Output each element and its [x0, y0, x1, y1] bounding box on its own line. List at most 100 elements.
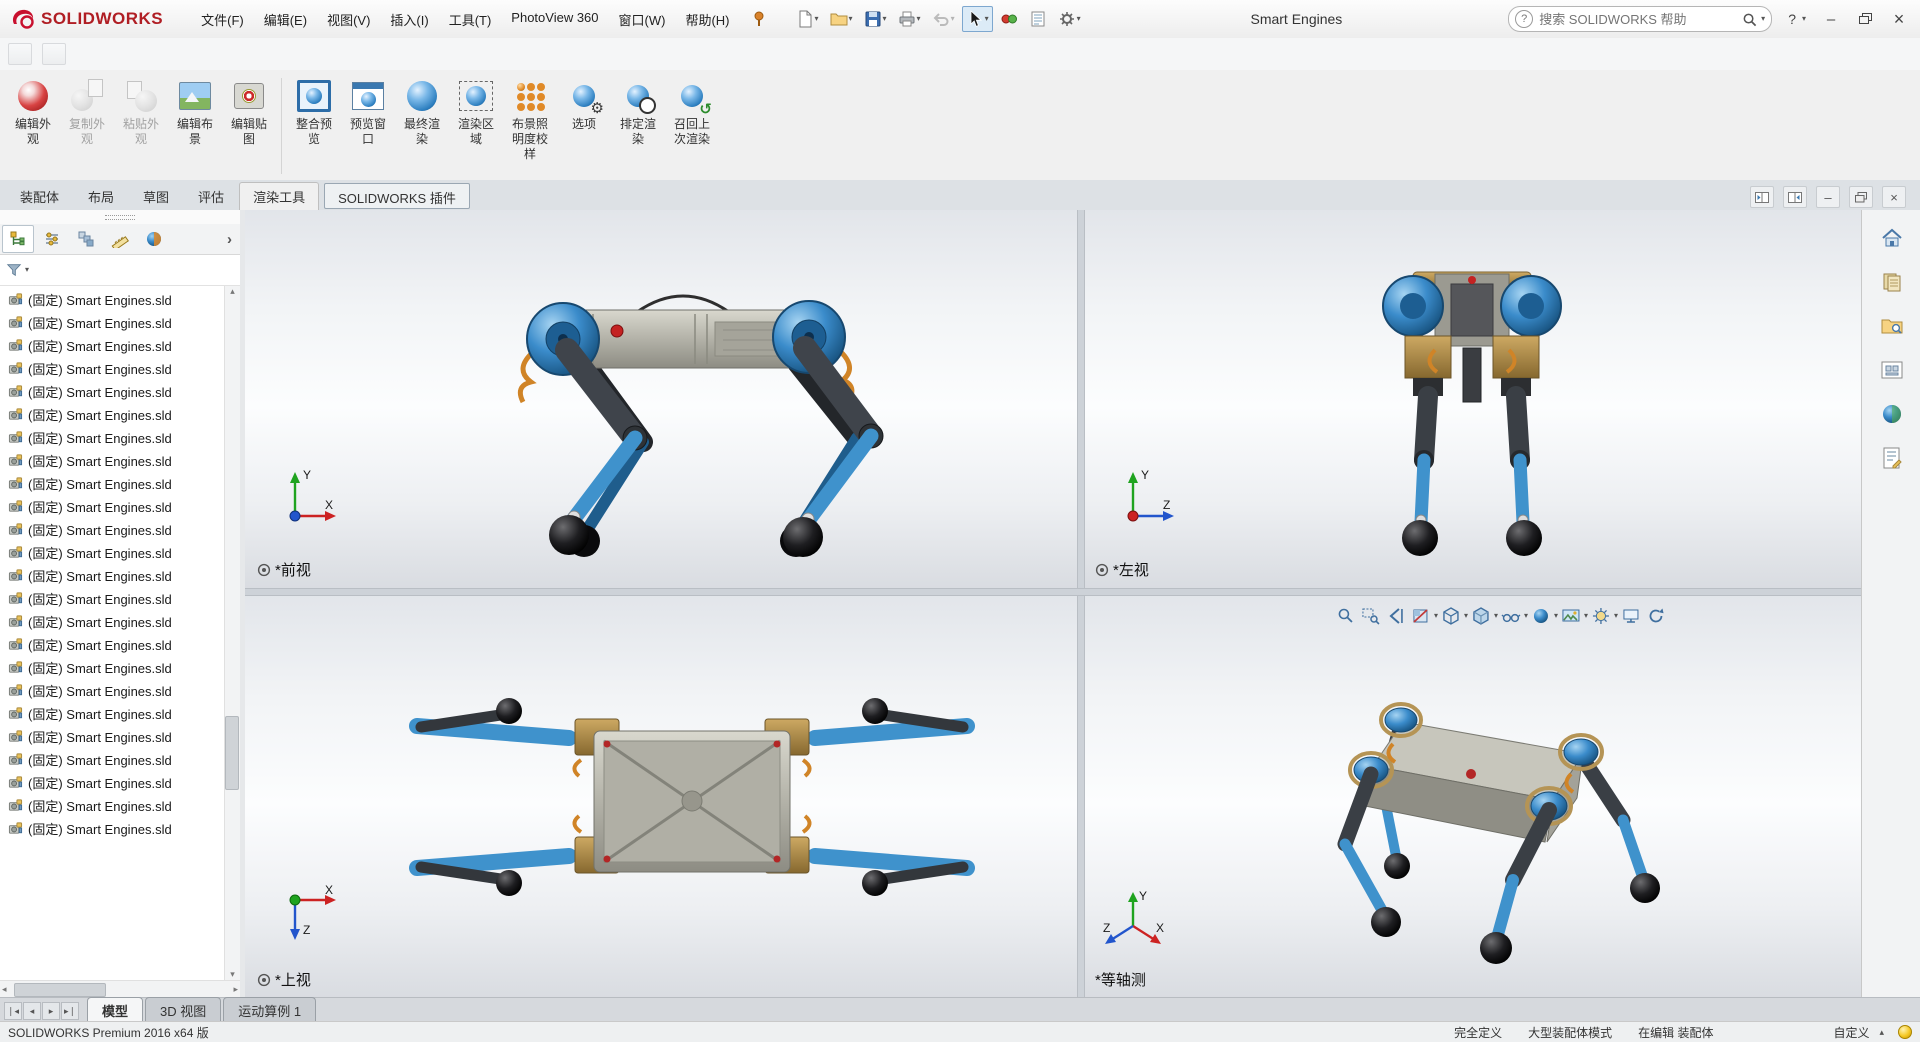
tree-item[interactable]: (固定) Smart Engines.sld [0, 587, 225, 610]
filter-funnel-icon[interactable] [6, 262, 22, 278]
custom-properties-button[interactable] [1872, 440, 1912, 476]
dimxpertmanager-tab-icon[interactable] [104, 225, 136, 253]
tab-sketch[interactable]: 草图 [129, 182, 183, 212]
first-tab-button[interactable]: ❘◂ [4, 1002, 22, 1020]
menu-edit[interactable]: 编辑(E) [254, 6, 317, 33]
final-render-button[interactable]: 最终渲染 [395, 74, 449, 147]
view-orientation-button[interactable] [1439, 604, 1463, 628]
orientation-dropdown-caret[interactable]: ▾ [1464, 612, 1468, 620]
tree-item[interactable]: (固定) Smart Engines.sld [0, 311, 225, 334]
viewport-restore-button[interactable] [1849, 186, 1873, 208]
tab-motion-study-1[interactable]: 运动算例 1 [223, 997, 316, 1022]
search-icon[interactable] [1742, 12, 1757, 27]
pane-split-right-icon[interactable] [1783, 186, 1807, 208]
tab-model[interactable]: 模型 [87, 997, 143, 1022]
tree-item[interactable]: (固定) Smart Engines.sld [0, 449, 225, 472]
toolbar-placeholder-icon-2[interactable] [42, 43, 66, 65]
pin-menu-icon[interactable] [752, 11, 766, 27]
panel-grip[interactable] [0, 210, 240, 224]
tree-item[interactable]: (固定) Smart Engines.sld [0, 518, 225, 541]
filter-dropdown-caret[interactable]: ▾ [25, 266, 29, 274]
section-view-button[interactable] [1409, 604, 1433, 628]
edit-decal-button[interactable]: 编辑贴图 [222, 74, 276, 147]
scroll-up-arrow[interactable]: ▴ [230, 286, 235, 297]
viewport-splitter-vertical[interactable] [1077, 210, 1085, 998]
close-button[interactable]: × [1884, 6, 1914, 32]
propertymanager-tab-icon[interactable] [36, 225, 68, 253]
panel-tabs-expand-chevron[interactable]: › [221, 231, 238, 248]
view-settings-button[interactable] [1589, 604, 1613, 628]
zoom-fit-button[interactable] [1334, 604, 1358, 628]
display-style-dropdown-caret[interactable]: ▾ [1494, 612, 1498, 620]
rotate-view-button[interactable] [1644, 604, 1668, 628]
file-explorer-button[interactable] [1872, 308, 1912, 344]
preview-window-hud-button[interactable] [1619, 604, 1643, 628]
minimize-button[interactable]: – [1816, 6, 1846, 32]
tree-item[interactable]: (固定) Smart Engines.sld [0, 380, 225, 403]
hide-show-dropdown-caret[interactable]: ▾ [1524, 612, 1528, 620]
view-settings-dropdown-caret[interactable]: ▾ [1614, 612, 1618, 620]
tab-assembly[interactable]: 装配体 [6, 182, 73, 212]
file-properties-button[interactable] [1025, 6, 1051, 32]
restore-button[interactable] [1850, 6, 1880, 32]
menu-file[interactable]: 文件(F) [191, 6, 254, 33]
tab-layout[interactable]: 布局 [74, 182, 128, 212]
tree-item[interactable]: (固定) Smart Engines.sld [0, 748, 225, 771]
menu-window[interactable]: 窗口(W) [609, 6, 676, 33]
copy-appearance-button[interactable]: 复制外观 [60, 74, 114, 147]
tab-evaluate[interactable]: 评估 [184, 182, 238, 212]
pane-split-left-icon[interactable] [1750, 186, 1774, 208]
options-button[interactable]: ▾ [1054, 6, 1085, 32]
tree-item[interactable]: (固定) Smart Engines.sld [0, 725, 225, 748]
viewport-isometric[interactable]: ▾ ▾ ▾ ▾ ▾ ▾ [1083, 594, 1861, 998]
viewport-close-button[interactable]: × [1882, 186, 1906, 208]
edit-appearance-button[interactable]: 编辑外观 [6, 74, 60, 147]
scene-illumination-proof-button[interactable]: 布景照明度校样 [503, 74, 557, 162]
viewport-minimize-button[interactable]: – [1816, 186, 1840, 208]
tree-item[interactable]: (固定) Smart Engines.sld [0, 610, 225, 633]
tree-item[interactable]: (固定) Smart Engines.sld [0, 794, 225, 817]
scroll-right-arrow[interactable]: ▸ [233, 984, 238, 995]
menu-view[interactable]: 视图(V) [317, 6, 380, 33]
tree-item[interactable]: (固定) Smart Engines.sld [0, 495, 225, 518]
statusbar-customize[interactable]: 自定义 [1833, 1024, 1869, 1041]
edit-appearance-hud-button[interactable] [1529, 604, 1553, 628]
tree-item[interactable]: (固定) Smart Engines.sld [0, 541, 225, 564]
tree-item[interactable]: (固定) Smart Engines.sld [0, 817, 225, 840]
integrated-preview-button[interactable]: 整合预览 [287, 74, 341, 147]
tab-3d-views[interactable]: 3D 视图 [145, 997, 221, 1022]
tree-item[interactable]: (固定) Smart Engines.sld [0, 771, 225, 794]
tree-item[interactable]: (固定) Smart Engines.sld [0, 403, 225, 426]
edit-scene-button[interactable]: 编辑布景 [168, 74, 222, 147]
scrollbar-thumb[interactable] [225, 716, 239, 790]
scroll-down-arrow[interactable]: ▾ [230, 969, 235, 980]
view-palette-button[interactable] [1872, 352, 1912, 388]
menu-photoview360[interactable]: PhotoView 360 [501, 6, 608, 33]
menu-help[interactable]: 帮助(H) [675, 6, 739, 33]
displaymanager-tab-icon[interactable] [138, 225, 170, 253]
hide-show-items-button[interactable] [1499, 604, 1523, 628]
tree-item[interactable]: (固定) Smart Engines.sld [0, 472, 225, 495]
tree-item[interactable]: (固定) Smart Engines.sld [0, 357, 225, 380]
help-dropdown-caret[interactable]: ▾ [1802, 15, 1806, 23]
tree-item[interactable]: (固定) Smart Engines.sld [0, 702, 225, 725]
paste-appearance-button[interactable]: 粘贴外观 [114, 74, 168, 147]
tab-solidworks-addins[interactable]: SOLIDWORKS 插件 [324, 183, 470, 209]
schedule-render-button[interactable]: 排定渲染 [611, 74, 665, 147]
save-button[interactable]: ▾ [860, 6, 891, 32]
scene-dropdown-caret[interactable]: ▾ [1584, 612, 1588, 620]
previous-tab-button[interactable]: ◂ [23, 1002, 41, 1020]
display-style-button[interactable] [1469, 604, 1493, 628]
tree-item[interactable]: (固定) Smart Engines.sld [0, 564, 225, 587]
appearance-dropdown-caret[interactable]: ▾ [1554, 612, 1558, 620]
new-document-button[interactable]: ▾ [792, 6, 823, 32]
appearances-button[interactable] [1872, 396, 1912, 432]
next-tab-button[interactable]: ▸ [42, 1002, 60, 1020]
viewport-left[interactable]: Y Z *左视 [1083, 210, 1861, 588]
open-button[interactable]: ▾ [826, 6, 857, 32]
home-button[interactable] [1872, 220, 1912, 256]
last-tab-button[interactable]: ▸❘ [61, 1002, 79, 1020]
tree-horizontal-scrollbar[interactable]: ◂ ▸ [0, 980, 240, 998]
help-button[interactable]: ? [1784, 11, 1800, 27]
design-library-button[interactable] [1872, 264, 1912, 300]
